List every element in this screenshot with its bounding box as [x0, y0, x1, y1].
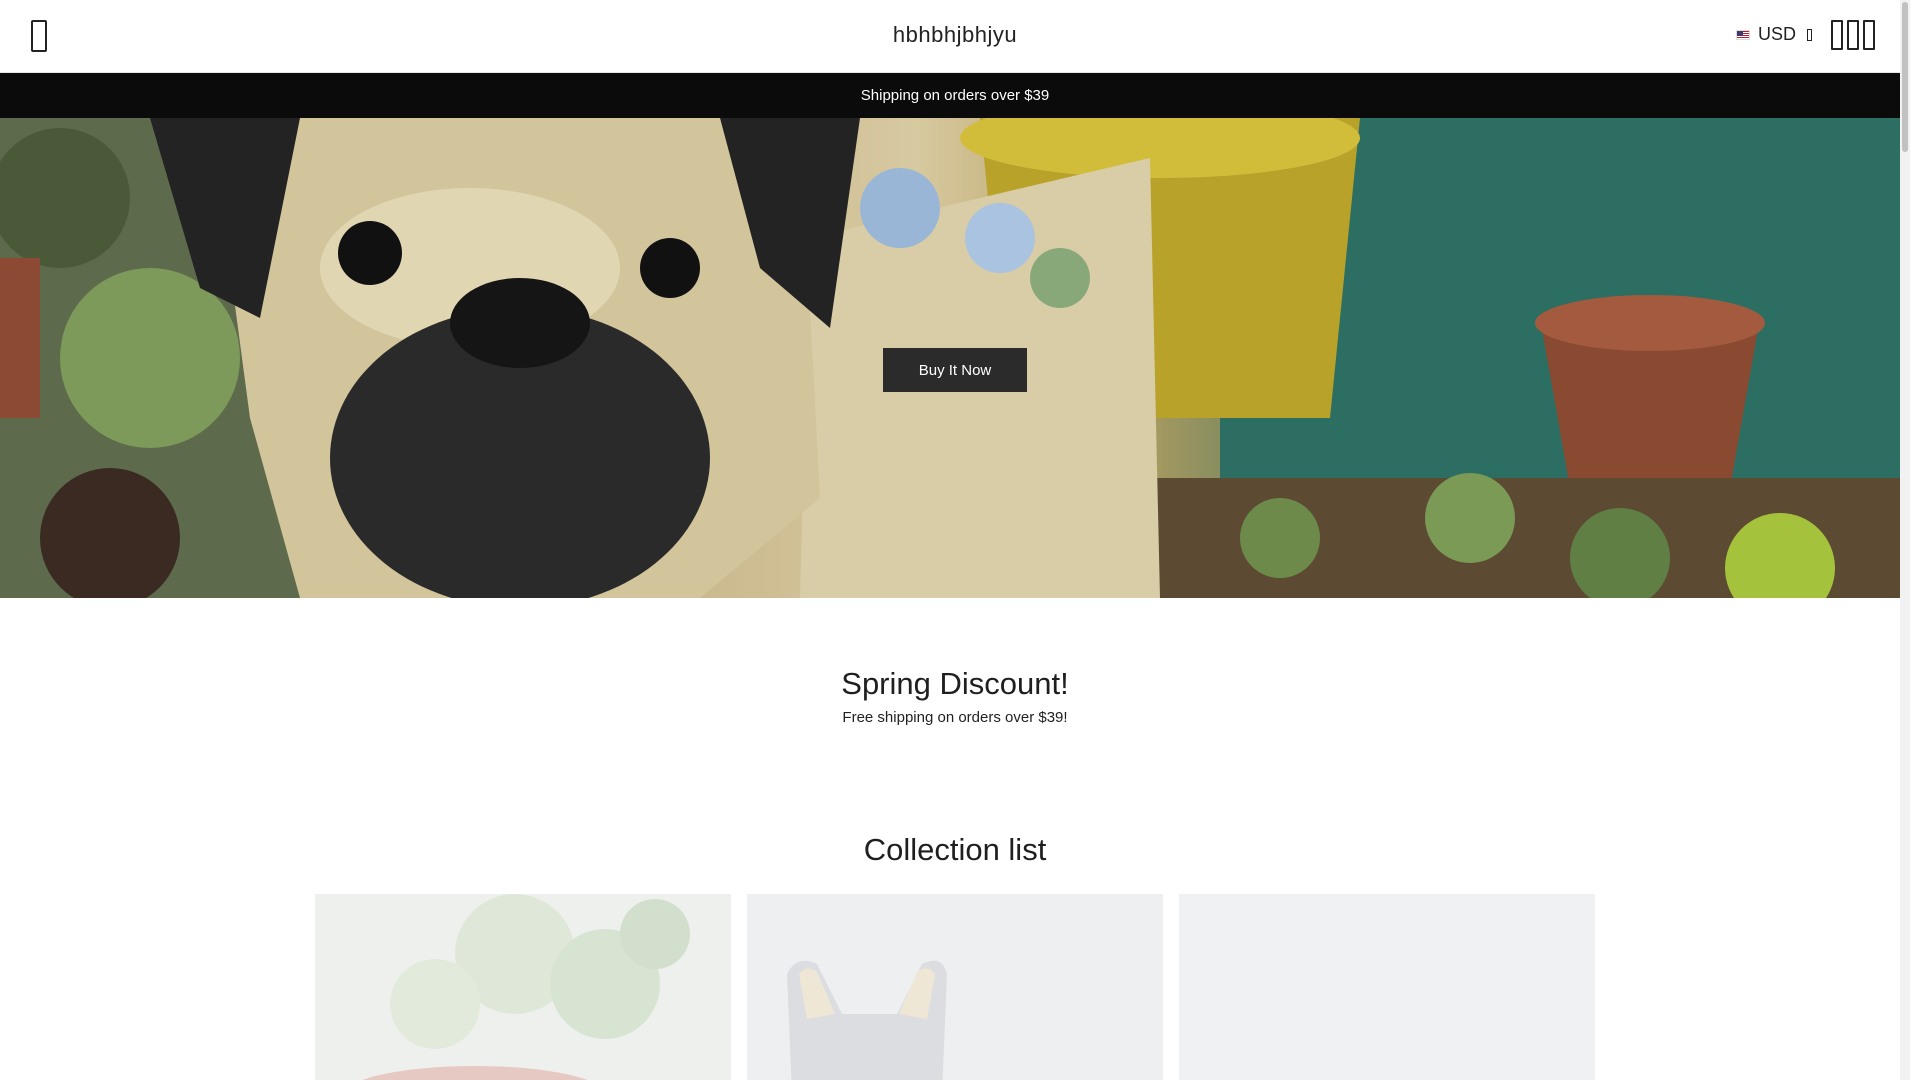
store-name[interactable]: hbhbhjbhjyu: [0, 22, 1910, 48]
search-icon[interactable]: [1831, 20, 1843, 50]
us-flag-icon: [1736, 29, 1750, 40]
collection-cards: [315, 894, 1595, 1080]
currency-label: USD: [1758, 24, 1797, 44]
dog-planter-image: [747, 894, 1163, 1080]
page: hbhbhjbhjyu USD Shipping on orders over …: [0, 0, 1910, 1080]
header-icons: [1831, 20, 1875, 50]
collection-card[interactable]: [747, 894, 1163, 1080]
collection-card[interactable]: [315, 894, 731, 1080]
succulent-plant-image: [315, 894, 731, 1080]
scrollbar-thumb[interactable]: [1902, 2, 1908, 152]
discount-title: Spring Discount!: [841, 666, 1069, 701]
scrollbar[interactable]: [1900, 0, 1910, 1080]
currency-selector[interactable]: USD: [1736, 24, 1796, 45]
collection-list-title: Collection list: [863, 832, 1047, 867]
account-icon[interactable]: [1847, 20, 1859, 50]
buy-it-now-button[interactable]: Buy It Now: [883, 348, 1027, 392]
cart-icon[interactable]: [1863, 20, 1875, 50]
site-header: hbhbhjbhjyu USD: [0, 0, 1910, 73]
caret-icon[interactable]: [1807, 29, 1812, 41]
discount-subtitle: Free shipping on orders over $39!: [842, 709, 1068, 726]
collection-card-placeholder[interactable]: [1179, 894, 1595, 1080]
announcement-bar: Shipping on orders over $39: [0, 73, 1910, 118]
hero-banner: Buy It Now: [0, 118, 1910, 598]
announcement-text: Shipping on orders over $39: [860, 87, 1050, 104]
